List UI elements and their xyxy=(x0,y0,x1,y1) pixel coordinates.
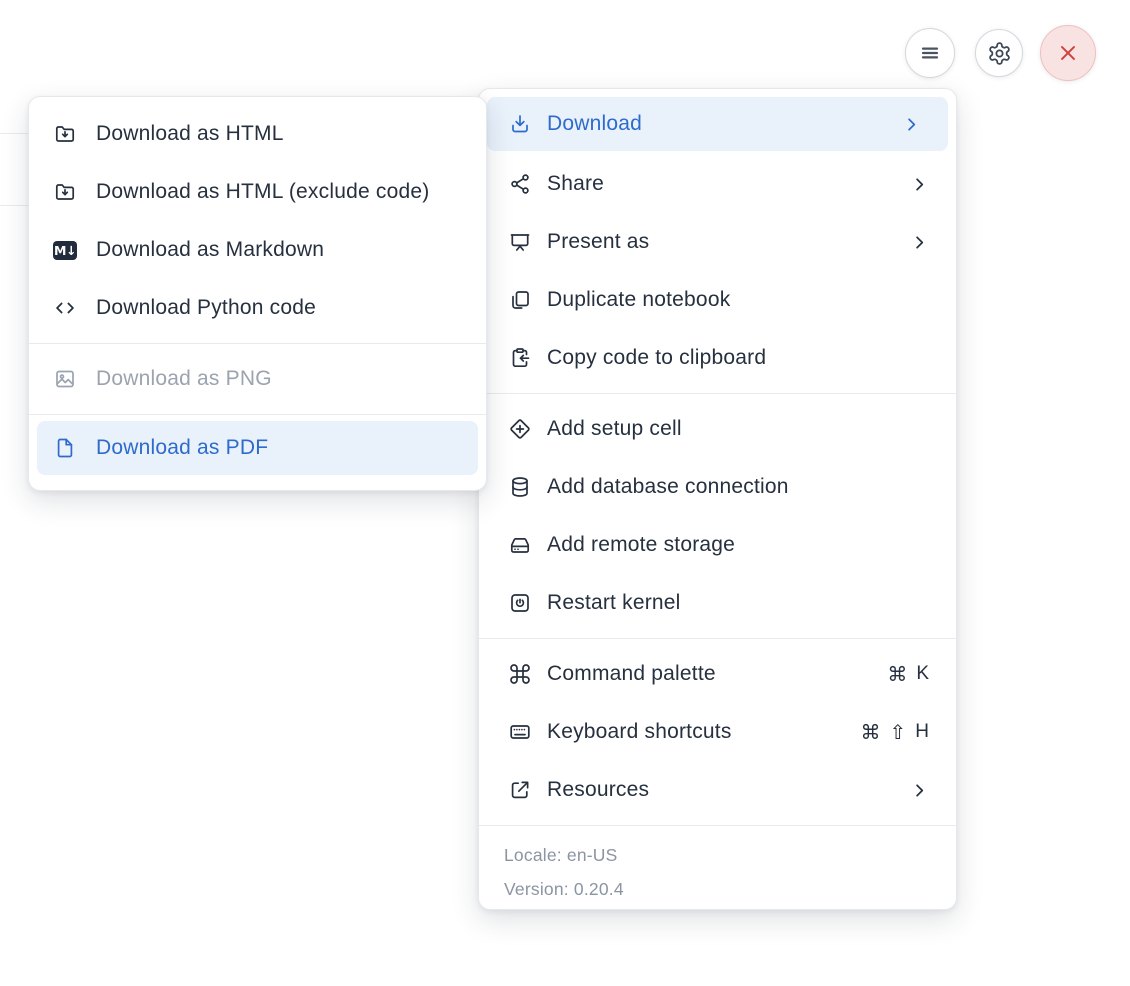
hard-drive-icon xyxy=(508,533,532,557)
folder-download-icon xyxy=(53,180,77,204)
diamond-plus-icon xyxy=(508,417,532,441)
external-link-icon xyxy=(508,778,532,802)
menu-item-resources[interactable]: Resources xyxy=(479,761,956,819)
menu-item-add-database[interactable]: Add database connection xyxy=(479,458,956,516)
command-icon xyxy=(508,662,532,686)
menu-item-present-as[interactable]: Present as xyxy=(479,213,956,271)
close-button[interactable] xyxy=(1040,25,1096,81)
hamburger-icon xyxy=(918,41,942,65)
power-square-icon xyxy=(508,591,532,615)
presentation-icon xyxy=(508,230,532,254)
submenu-item-download-html-exclude[interactable]: Download as HTML (exclude code) xyxy=(29,163,486,221)
menu-item-label: Download as Markdown xyxy=(96,238,325,261)
duplicate-icon xyxy=(508,288,532,312)
menu-item-duplicate-notebook[interactable]: Duplicate notebook xyxy=(479,271,956,329)
database-icon xyxy=(508,475,532,499)
locale-text: Locale: en-US xyxy=(504,845,618,865)
menu-item-label: Copy code to clipboard xyxy=(547,346,767,369)
chevron-right-icon xyxy=(910,233,929,252)
markdown-icon: M↓ xyxy=(53,238,77,262)
menu-item-label: Share xyxy=(547,172,605,195)
notebook-menu: Download Share Present as Duplicate note… xyxy=(478,88,957,910)
shortcut-letter: H xyxy=(915,721,929,742)
menu-item-label: Command palette xyxy=(547,662,716,685)
menu-item-command-palette[interactable]: Command palette ⌘ K xyxy=(479,645,956,703)
menu-divider xyxy=(29,343,486,344)
folder-download-icon xyxy=(53,122,77,146)
menu-item-label: Resources xyxy=(547,778,650,801)
menu-item-add-setup-cell[interactable]: Add setup cell xyxy=(479,400,956,458)
menu-item-label: Present as xyxy=(547,230,650,253)
command-key-glyph: ⌘ xyxy=(887,662,908,686)
shift-key-glyph: ⇧ xyxy=(889,720,907,744)
menu-item-label: Download as PDF xyxy=(96,436,269,459)
menu-item-label: Download as HTML (exclude code) xyxy=(96,180,430,203)
settings-button[interactable] xyxy=(975,29,1023,77)
submenu-item-download-pdf[interactable]: Download as PDF xyxy=(37,421,478,475)
menu-item-restart-kernel[interactable]: Restart kernel xyxy=(479,574,956,632)
download-icon xyxy=(508,112,532,136)
menu-divider xyxy=(29,414,486,415)
version-text: Version: 0.20.4 xyxy=(504,879,624,899)
image-icon xyxy=(53,367,77,391)
keyboard-icon xyxy=(508,720,532,744)
menu-item-label: Download as HTML xyxy=(96,122,284,145)
chevron-right-icon xyxy=(910,781,929,800)
submenu-item-download-html[interactable]: Download as HTML xyxy=(29,105,486,163)
chevron-right-icon xyxy=(902,115,921,134)
menu-footer: Locale: en-US Version: 0.20.4 xyxy=(479,832,956,912)
menu-item-label: Duplicate notebook xyxy=(547,288,731,311)
shortcut-hint: ⌘ K xyxy=(887,662,929,686)
menu-item-label: Add remote storage xyxy=(547,533,736,556)
menu-button[interactable] xyxy=(905,28,955,78)
close-icon xyxy=(1055,40,1081,66)
shortcut-hint: ⌘ ⇧ H xyxy=(861,720,930,744)
code-icon xyxy=(53,296,77,320)
menu-item-label: Download xyxy=(547,112,642,135)
markdown-badge: M↓ xyxy=(53,240,77,260)
menu-item-label: Restart kernel xyxy=(547,591,681,614)
gear-icon xyxy=(987,41,1012,66)
menu-divider xyxy=(479,638,956,639)
menu-item-copy-code[interactable]: Copy code to clipboard xyxy=(479,329,956,387)
menu-item-keyboard-shortcuts[interactable]: Keyboard shortcuts ⌘ ⇧ H xyxy=(479,703,956,761)
menu-item-add-remote-storage[interactable]: Add remote storage xyxy=(479,516,956,574)
menu-item-label: Download Python code xyxy=(96,296,316,319)
submenu-item-download-png[interactable]: Download as PNG xyxy=(29,350,486,408)
menu-item-label: Add database connection xyxy=(547,475,789,498)
background-divider-line xyxy=(0,205,29,206)
menu-item-download[interactable]: Download xyxy=(487,97,948,151)
submenu-item-download-python[interactable]: Download Python code xyxy=(29,279,486,337)
menu-divider xyxy=(479,393,956,394)
chevron-right-icon xyxy=(910,175,929,194)
menu-item-label: Keyboard shortcuts xyxy=(547,720,732,743)
file-icon xyxy=(53,436,77,460)
menu-item-label: Download as PNG xyxy=(96,367,272,390)
shortcut-letter: K xyxy=(916,663,929,684)
app-canvas: Download Share Present as Duplicate note… xyxy=(0,0,1130,986)
background-divider-line xyxy=(0,133,29,134)
share-icon xyxy=(508,172,532,196)
menu-item-share[interactable]: Share xyxy=(479,155,956,213)
menu-item-label: Add setup cell xyxy=(547,417,682,440)
submenu-item-download-markdown[interactable]: M↓ Download as Markdown xyxy=(29,221,486,279)
menu-divider xyxy=(479,825,956,826)
command-key-glyph: ⌘ xyxy=(860,720,881,744)
clipboard-arrow-icon xyxy=(508,346,532,370)
download-submenu: Download as HTML Download as HTML (exclu… xyxy=(28,96,487,491)
